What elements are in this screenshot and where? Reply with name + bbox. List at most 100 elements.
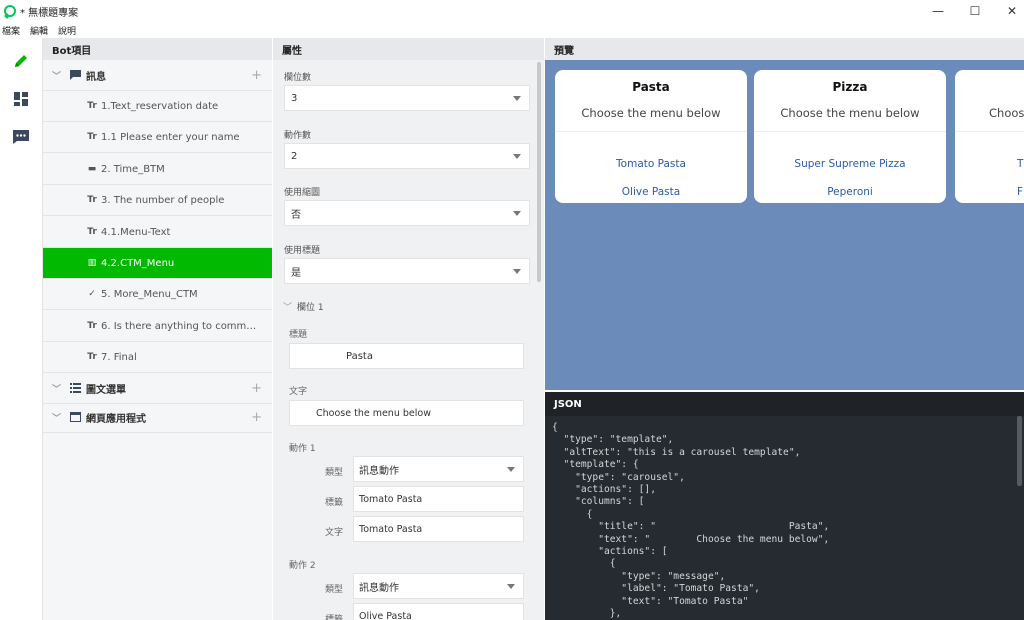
tree-item[interactable]: ▬ 2. Time_BTM [43,154,272,185]
action1-text-input[interactable]: Tomato Pasta [353,516,524,542]
tree-item-label: 1.1 Please enter your name [101,131,240,143]
tree-group-label: 圖文選單 [86,384,126,396]
card-action[interactable]: Peperoni [754,186,946,198]
card-action[interactable]: Tomato Pasta [555,158,747,170]
button-template-icon: ▬ [87,164,97,174]
chat-icon[interactable] [10,126,32,148]
card-action[interactable]: T [1017,158,1024,170]
action1-text-label: 文字 [325,528,344,538]
tree-group-messages[interactable]: ﹀ 訊息 + [43,60,272,91]
menu-edit[interactable]: 編輯 [30,24,48,37]
tree-item[interactable]: Tr 1.1 Please enter your name [43,122,272,153]
caret-down-icon [507,584,515,589]
close-button[interactable]: ✕ [994,0,1024,22]
minimize-button[interactable]: — [920,0,956,22]
dashboard-icon[interactable] [10,88,32,110]
webapp-icon [69,412,81,422]
props-panel-header: 屬性 [273,38,544,60]
text-type-icon: Tr [87,352,97,362]
props-scrollbar[interactable] [537,62,541,282]
confirm-check-icon: ✓ [88,289,96,299]
chevron-down-icon[interactable]: ﹀ [283,300,292,313]
maximize-button[interactable]: ☐ [957,0,993,22]
card-divider [555,131,747,132]
json-scrollbar[interactable] [1017,416,1022,486]
use-thumbnail-label: 使用縮圖 [284,188,321,198]
tree-item-selected[interactable]: ▥ 4.2.CTM_Menu [43,248,272,279]
input-value: Choose the menu below [316,407,431,419]
select-value: 否 [291,209,301,221]
card-action[interactable]: F [1017,186,1024,198]
input-value: Olive Pasta [359,610,412,620]
action1-type-select[interactable]: 訊息動作 [353,456,524,482]
chevron-down-icon[interactable]: ﹀ [52,411,61,424]
column-count-label: 欄位數 [284,73,312,83]
column1-section-label: 欄位 1 [297,303,324,313]
tree-item-label: 5. More_Menu_CTM [101,288,198,300]
edit-pencil-icon[interactable] [10,50,32,72]
action-count-label: 動作數 [284,131,312,141]
tree-item[interactable]: ✓ 5. More_Menu_CTM [43,279,272,310]
add-icon[interactable]: + [251,68,262,83]
select-value: 3 [291,92,298,104]
caret-down-icon [507,467,515,472]
bot-items-tree: ﹀ 訊息 + Tr 1.Text_reservation date Tr 1.1… [43,60,272,620]
card-divider [955,131,1024,132]
action2-tag-input[interactable]: Olive Pasta [353,603,524,620]
add-icon[interactable]: + [251,381,262,396]
card-action[interactable]: Super Supreme Pizza [754,158,946,170]
tree-group-label: 訊息 [86,71,106,83]
carousel-card: Pizza Choose the menu below Super Suprem… [754,70,946,203]
caret-down-icon [513,269,521,274]
action2-tag-label: 標籤 [325,615,344,620]
json-code[interactable]: { "type": "template", "altText": "this i… [552,422,829,620]
chevron-down-icon[interactable]: ﹀ [52,69,61,82]
json-panel: JSON { "type": "template", "altText": "t… [545,392,1024,620]
tree-item[interactable]: Tr 1.Text_reservation date [43,91,272,122]
caret-down-icon [513,96,521,101]
title-input[interactable]: Pasta [289,343,524,369]
add-icon[interactable]: + [251,410,262,425]
action-count-select[interactable]: 2 [284,143,530,169]
action2-type-select[interactable]: 訊息動作 [353,573,524,599]
use-title-select[interactable]: 是 [284,258,530,284]
menu-file[interactable]: 檔案 [2,24,20,37]
menu-bar: 檔案 編輯 說明 [0,22,1024,38]
action1-tag-input[interactable]: Tomato Pasta [353,486,524,512]
input-value: Tomato Pasta [359,493,423,505]
text-type-icon: Tr [87,227,97,237]
json-panel-header: JSON [545,392,1024,416]
use-title-label: 使用標題 [284,246,321,256]
properties-panel: 欄位數 3 動作數 2 使用縮圖 否 使用標題 是 ﹀ 欄位 1 標題 Past… [273,60,544,620]
tree-group-label: 網頁應用程式 [86,413,146,425]
tree-item[interactable]: Tr 6. Is there anything to comme... [43,311,272,342]
preview-panel-header: 預覽 [545,38,1024,60]
caret-down-icon [513,211,521,216]
tree-item[interactable]: Tr 7. Final [43,342,272,373]
use-thumbnail-select[interactable]: 否 [284,200,530,226]
menu-help[interactable]: 說明 [58,24,76,37]
tree-group-webapp[interactable]: ﹀ 網頁應用程式 + [43,402,272,433]
chevron-down-icon[interactable]: ﹀ [52,382,61,395]
text-type-icon: Tr [87,101,97,111]
input-value: Tomato Pasta [359,523,423,535]
carousel-icon: ▥ [87,258,97,268]
column-count-select[interactable]: 3 [284,85,530,111]
tree-group-rich-menu[interactable]: ﹀ 圖文選單 + [43,373,272,404]
tree-item[interactable]: Tr 4.1.Menu-Text [43,217,272,248]
card-title: Pizza [832,80,868,94]
card-text: Choose the menu below [581,106,721,120]
carousel-card: Pasta Choose the menu below Tomato Pasta… [555,70,747,203]
card-title: Pasta [632,80,670,94]
text-input[interactable]: Choose the menu below [289,400,524,426]
left-rail [0,38,43,620]
input-value: Pasta [346,350,373,362]
select-value: 訊息動作 [359,582,399,594]
tree-item[interactable]: Tr 3. The number of people [43,185,272,216]
message-icon [69,70,81,80]
carousel-card: Choos T F [955,70,1024,203]
tree-item-label: 6. Is there anything to comme... [101,320,261,332]
card-action[interactable]: Olive Pasta [555,186,747,198]
tree-panel-header: Bot項目 [43,38,272,60]
card-text: Choose the menu below [780,106,920,120]
